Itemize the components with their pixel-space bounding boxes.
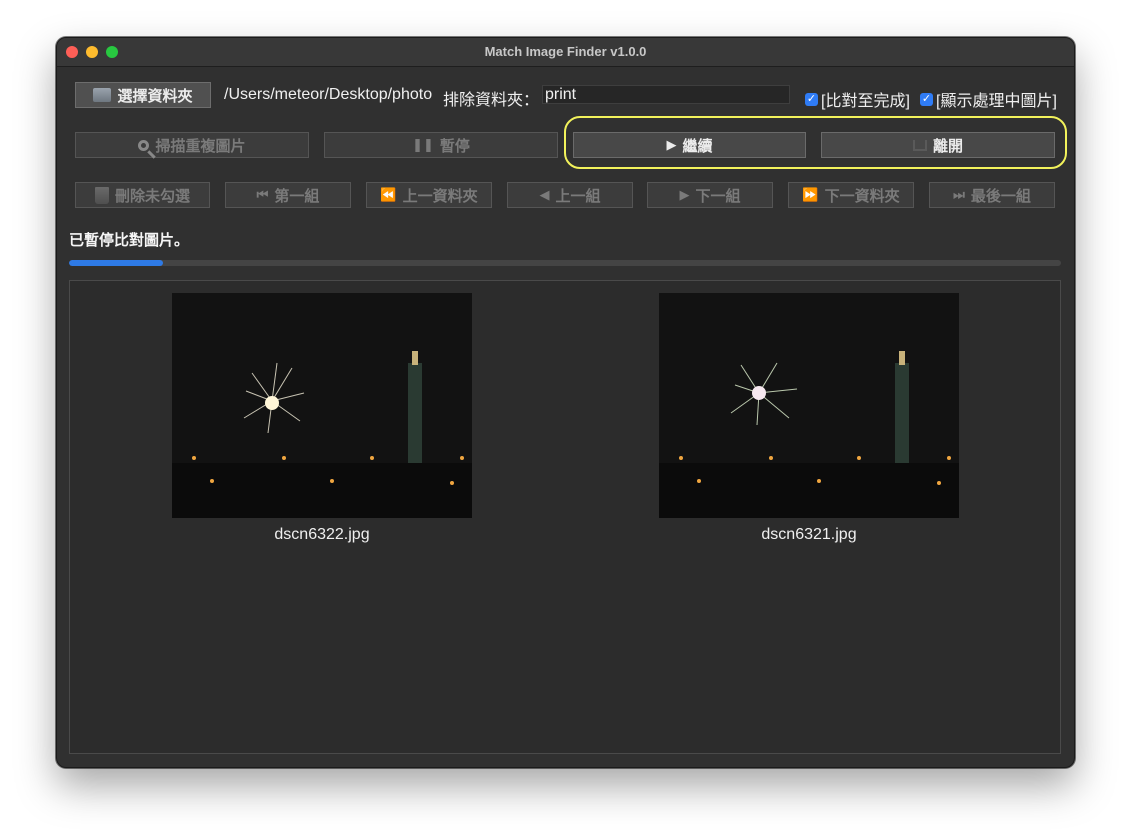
- checkmark-icon: ✓: [920, 92, 933, 106]
- progress-fill: [69, 260, 164, 266]
- checkmark-icon: ✓: [805, 92, 818, 106]
- pause-icon: ❚❚: [412, 137, 434, 152]
- first-group-label: 第一組: [274, 187, 320, 205]
- choose-folder-label: 選擇資料夾: [117, 87, 193, 105]
- delete-unchecked-label: 刪除未勾選: [114, 187, 190, 205]
- maximize-window-button[interactable]: [106, 46, 118, 58]
- first-group-button[interactable]: ⏮ 第一組: [225, 182, 351, 208]
- window-title: Match Image Finder v1.0.0: [484, 44, 647, 59]
- next-icon: ▶: [679, 187, 690, 202]
- skip-last-icon: ⏭: [953, 187, 965, 202]
- skip-first-icon: ⏮: [256, 187, 269, 202]
- progress-bar: [69, 260, 1061, 266]
- compare-to-end-checkbox[interactable]: ✓ [比對至完成]: [805, 87, 910, 111]
- close-window-button[interactable]: [66, 46, 78, 58]
- exclude-folder-label: 排除資料夾：: [443, 92, 540, 109]
- prev-folder-button[interactable]: ⏪ 上一資料夾: [366, 182, 492, 208]
- prev-group-button[interactable]: ◀ 上一組: [507, 182, 633, 208]
- delete-unchecked-button[interactable]: 刪除未勾選: [75, 182, 210, 208]
- image-filename: dscn6321.jpg: [761, 526, 857, 543]
- next-folder-button[interactable]: ⏩ 下一資料夾: [788, 182, 914, 208]
- highlight-annotation: [564, 116, 1067, 169]
- image-thumbnail[interactable]: [172, 293, 472, 518]
- title-bar: Match Image Finder v1.0.0: [57, 38, 1074, 67]
- show-processing-label: [顯示處理中圖片]: [936, 93, 1057, 110]
- prev-icon: ◀: [539, 187, 550, 202]
- next-group-label: 下一組: [695, 187, 741, 205]
- next-group-button[interactable]: ▶ 下一組: [647, 182, 773, 208]
- last-group-button[interactable]: ⏭ 最後一組: [929, 182, 1055, 208]
- compare-to-end-label: [比對至完成]: [821, 93, 910, 110]
- rewind-icon: ⏪: [380, 187, 397, 202]
- folder-path: /Users/meteor/Desktop/photo: [224, 86, 433, 103]
- fast-forward-icon: ⏩: [802, 187, 819, 202]
- status-text: 已暫停比對圖片。: [69, 232, 190, 249]
- trash-icon: [94, 186, 109, 204]
- folder-icon: [93, 88, 112, 102]
- show-processing-checkbox[interactable]: ✓ [顯示處理中圖片]: [920, 87, 1057, 111]
- scan-duplicates-button[interactable]: 掃描重複圖片: [75, 132, 309, 158]
- image-thumbnail[interactable]: [659, 293, 959, 518]
- pause-button[interactable]: ❚❚ 暫停: [324, 132, 558, 158]
- choose-folder-button[interactable]: 選擇資料夾: [75, 82, 211, 108]
- minimize-window-button[interactable]: [86, 46, 98, 58]
- exclude-folder-input[interactable]: print: [542, 85, 790, 104]
- pause-label: 暫停: [439, 137, 470, 155]
- scan-duplicates-label: 掃描重複圖片: [155, 137, 246, 155]
- next-folder-label: 下一資料夾: [824, 187, 900, 205]
- prev-group-label: 上一組: [555, 187, 601, 205]
- image-preview-panel: dscn6322.jpg dscn6321.jpg: [69, 280, 1061, 754]
- prev-folder-label: 上一資料夾: [402, 187, 478, 205]
- last-group-label: 最後一組: [970, 187, 1031, 205]
- magnifier-icon: [138, 139, 150, 151]
- image-filename: dscn6322.jpg: [274, 526, 370, 543]
- app-window: Match Image Finder v1.0.0 選擇資料夾 /Users/m…: [56, 37, 1075, 768]
